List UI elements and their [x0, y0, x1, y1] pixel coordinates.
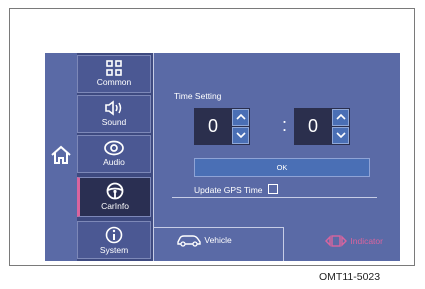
figure-caption: OMT11-5023	[319, 271, 381, 283]
time-setting-label: Time Setting	[174, 91, 222, 101]
hour-field: 0	[194, 108, 250, 145]
checkbox-box[interactable]	[267, 184, 278, 194]
figure-frame: Common Sound Audio CarInfo System Time S…	[9, 8, 415, 266]
tab-system-label: System	[99, 245, 129, 255]
hour-up-button[interactable]	[232, 109, 249, 126]
indicator-tab-label: Indicator	[350, 236, 383, 246]
hour-value: 0	[207, 116, 218, 136]
chevron-down-icon	[235, 132, 246, 139]
tab-system[interactable]: System	[77, 221, 151, 259]
chevron-up-icon	[235, 113, 246, 120]
hour-down-button[interactable]	[232, 127, 249, 144]
tab-carinfo-label: CarInfo	[101, 201, 129, 211]
tab-sound-label: Sound	[101, 117, 127, 127]
head-unit-screen: Common Sound Audio CarInfo System Time S…	[45, 53, 400, 261]
speaker-icon	[105, 100, 122, 116]
tab-carinfo[interactable]: CarInfo	[77, 177, 151, 217]
tab-common-label: Common	[96, 77, 132, 87]
vehicle-tab[interactable]: Vehicle	[176, 233, 232, 255]
vehicle-tab-border-right	[283, 227, 284, 261]
tab-sound[interactable]: Sound	[77, 95, 151, 133]
vehicle-tab-border	[154, 227, 284, 228]
minute-up-button[interactable]	[332, 109, 349, 126]
chevron-up-icon	[335, 113, 346, 120]
car-icon	[177, 235, 201, 247]
disc-icon	[104, 140, 124, 156]
time-separator: :	[282, 115, 288, 135]
tab-common[interactable]: Common	[77, 55, 151, 93]
home-column	[45, 53, 77, 261]
update-gps-time-checkbox[interactable]: Update GPS Time	[194, 184, 278, 196]
sidebar: Common Sound Audio CarInfo System	[77, 53, 153, 261]
tab-audio[interactable]: Audio	[77, 135, 151, 173]
steering-wheel-icon	[106, 182, 124, 200]
home-button[interactable]	[49, 143, 73, 167]
home-icon	[51, 145, 71, 164]
update-gps-time-label: Update GPS Time	[194, 185, 263, 195]
grid-icon	[106, 60, 122, 76]
minute-field: 0	[294, 108, 350, 145]
minute-down-button[interactable]	[332, 127, 349, 144]
indicator-tab[interactable]: Indicator	[324, 233, 383, 255]
minute-value: 0	[307, 116, 318, 136]
vehicle-tab-label: Vehicle	[204, 235, 232, 245]
info-icon	[105, 226, 123, 244]
carinfo-panel: Time Setting 0 : 0 OK Update GPS Time Ve…	[153, 53, 400, 261]
divider	[172, 197, 377, 198]
ok-button[interactable]: OK	[194, 158, 370, 177]
indicator-icon	[325, 235, 347, 247]
tab-audio-label: Audio	[103, 157, 125, 167]
chevron-down-icon	[335, 132, 346, 139]
